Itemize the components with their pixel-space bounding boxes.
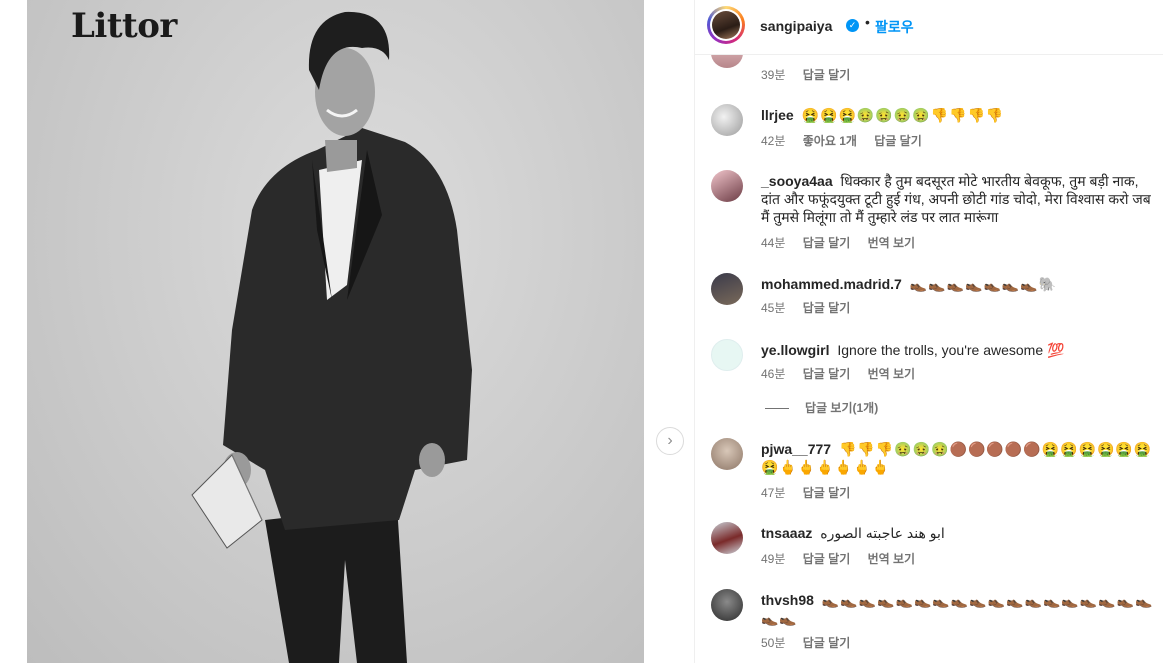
reply-button[interactable]: 답글 달기 <box>803 486 851 500</box>
reply-button[interactable]: 답글 달기 <box>803 301 851 315</box>
reply-button[interactable]: 답글 달기 <box>803 367 851 381</box>
avatar[interactable] <box>711 170 743 202</box>
comment-username[interactable]: pjwa__777 <box>761 441 831 457</box>
post-header: sangipaiya ✓ • 팔로우 <box>695 0 1163 55</box>
comment-meta: 42분 좋아요 1개 답글 달기 <box>761 132 936 149</box>
comment-text: 🤮🤮🤮🤢🤢🤢🤢👎👎👎👎 <box>801 107 1005 123</box>
comment-text: 👞👞👞👞👞👞👞🐘 <box>909 276 1058 292</box>
avatar[interactable] <box>711 438 743 470</box>
comment-username[interactable]: llrjee <box>761 107 794 123</box>
comment-time: 44분 <box>761 236 786 250</box>
comment-text: Ignore the trolls, you're awesome 💯 <box>837 342 1065 358</box>
replies-divider <box>765 408 789 410</box>
comments-panel: sangipaiya ✓ • 팔로우 39분 답글 달기 llrjee 🤮🤮🤮🤢… <box>694 0 1163 663</box>
comment-time: 45분 <box>761 301 786 315</box>
view-replies-button[interactable]: 답글 보기(1개) <box>765 399 878 416</box>
translate-button[interactable]: 번역 보기 <box>868 236 916 250</box>
magazine-logo: Littor <box>71 6 177 46</box>
avatar[interactable] <box>711 339 743 371</box>
comment-meta: 44분 답글 달기 번역 보기 <box>761 234 929 251</box>
verified-badge-icon: ✓ <box>846 19 859 32</box>
comment-meta: 45분 답글 달기 <box>761 299 864 316</box>
comment-text: 👞👞👞👞👞👞👞👞👞👞👞👞👞👞👞👞👞👞👞👞 <box>761 592 1154 626</box>
avatar[interactable] <box>711 273 743 305</box>
reply-button[interactable]: 답글 달기 <box>803 552 851 566</box>
comment-meta: 50분 답글 달기 <box>761 634 864 651</box>
translate-button[interactable]: 번역 보기 <box>868 367 916 381</box>
comment-meta: 46분 답글 달기 번역 보기 <box>761 365 929 382</box>
avatar[interactable] <box>711 104 743 136</box>
comment-time: 49분 <box>761 552 786 566</box>
likes-count[interactable]: 좋아요 1개 <box>803 134 857 148</box>
comment-username[interactable]: tnsaaaz <box>761 525 812 541</box>
comment-username[interactable]: _sooya4aa <box>761 173 833 189</box>
follow-button[interactable]: 팔로우 <box>875 17 914 37</box>
chevron-right-icon: › <box>667 432 673 449</box>
comment-text: ابو هند عاجبته الصوره <box>820 525 945 541</box>
reply-button[interactable]: 답글 달기 <box>803 236 851 250</box>
comment-body: _sooya4aa धिक्कार है तुम बदसूरत मोटे भार… <box>761 172 1156 226</box>
comment-body: thvsh98 👞👞👞👞👞👞👞👞👞👞👞👞👞👞👞👞👞👞👞👞 <box>761 591 1156 627</box>
comment-time: 39분 <box>761 68 786 82</box>
reply-button[interactable]: 답글 달기 <box>803 636 851 650</box>
post-photo: Littor <box>27 0 644 663</box>
comment-meta: 39분 답글 달기 <box>761 66 864 83</box>
comment-body: pjwa__777 👎👎👎🤢🤢🤢🟤🟤🟤🟤🟤🤮🤮🤮🤮🤮🤮🤮🖕🖕🖕🖕🖕🖕 <box>761 440 1156 476</box>
comment-username[interactable]: mohammed.madrid.7 <box>761 276 902 292</box>
next-image-button[interactable]: › <box>656 427 684 455</box>
comment-meta: 49분 답글 달기 번역 보기 <box>761 550 929 567</box>
comment-time: 50분 <box>761 636 786 650</box>
comment-username[interactable]: ye.llowgirl <box>761 342 829 358</box>
comment-time: 46분 <box>761 367 786 381</box>
author-avatar[interactable] <box>707 6 745 44</box>
author-username[interactable]: sangipaiya <box>760 18 832 34</box>
comment-body: tnsaaaz ابو هند عاجبته الصوره <box>761 524 1156 542</box>
reply-button[interactable]: 답글 달기 <box>874 134 922 148</box>
separator-dot: • <box>865 14 870 30</box>
reply-button[interactable]: 답글 달기 <box>803 68 851 82</box>
comment-username[interactable]: thvsh98 <box>761 592 814 608</box>
comment-meta: 47분 답글 달기 <box>761 484 864 501</box>
avatar[interactable] <box>711 589 743 621</box>
translate-button[interactable]: 번역 보기 <box>868 552 916 566</box>
comment-body: ye.llowgirl Ignore the trolls, you're aw… <box>761 341 1156 359</box>
comment-time: 47분 <box>761 486 786 500</box>
avatar[interactable] <box>711 522 743 554</box>
view-replies-label: 답글 보기(1개) <box>805 401 879 415</box>
comment-time: 42분 <box>761 134 786 148</box>
comment-body: mohammed.madrid.7 👞👞👞👞👞👞👞🐘 <box>761 275 1156 293</box>
comment-body: llrjee 🤮🤮🤮🤢🤢🤢🤢👎👎👎👎 <box>761 106 1156 124</box>
